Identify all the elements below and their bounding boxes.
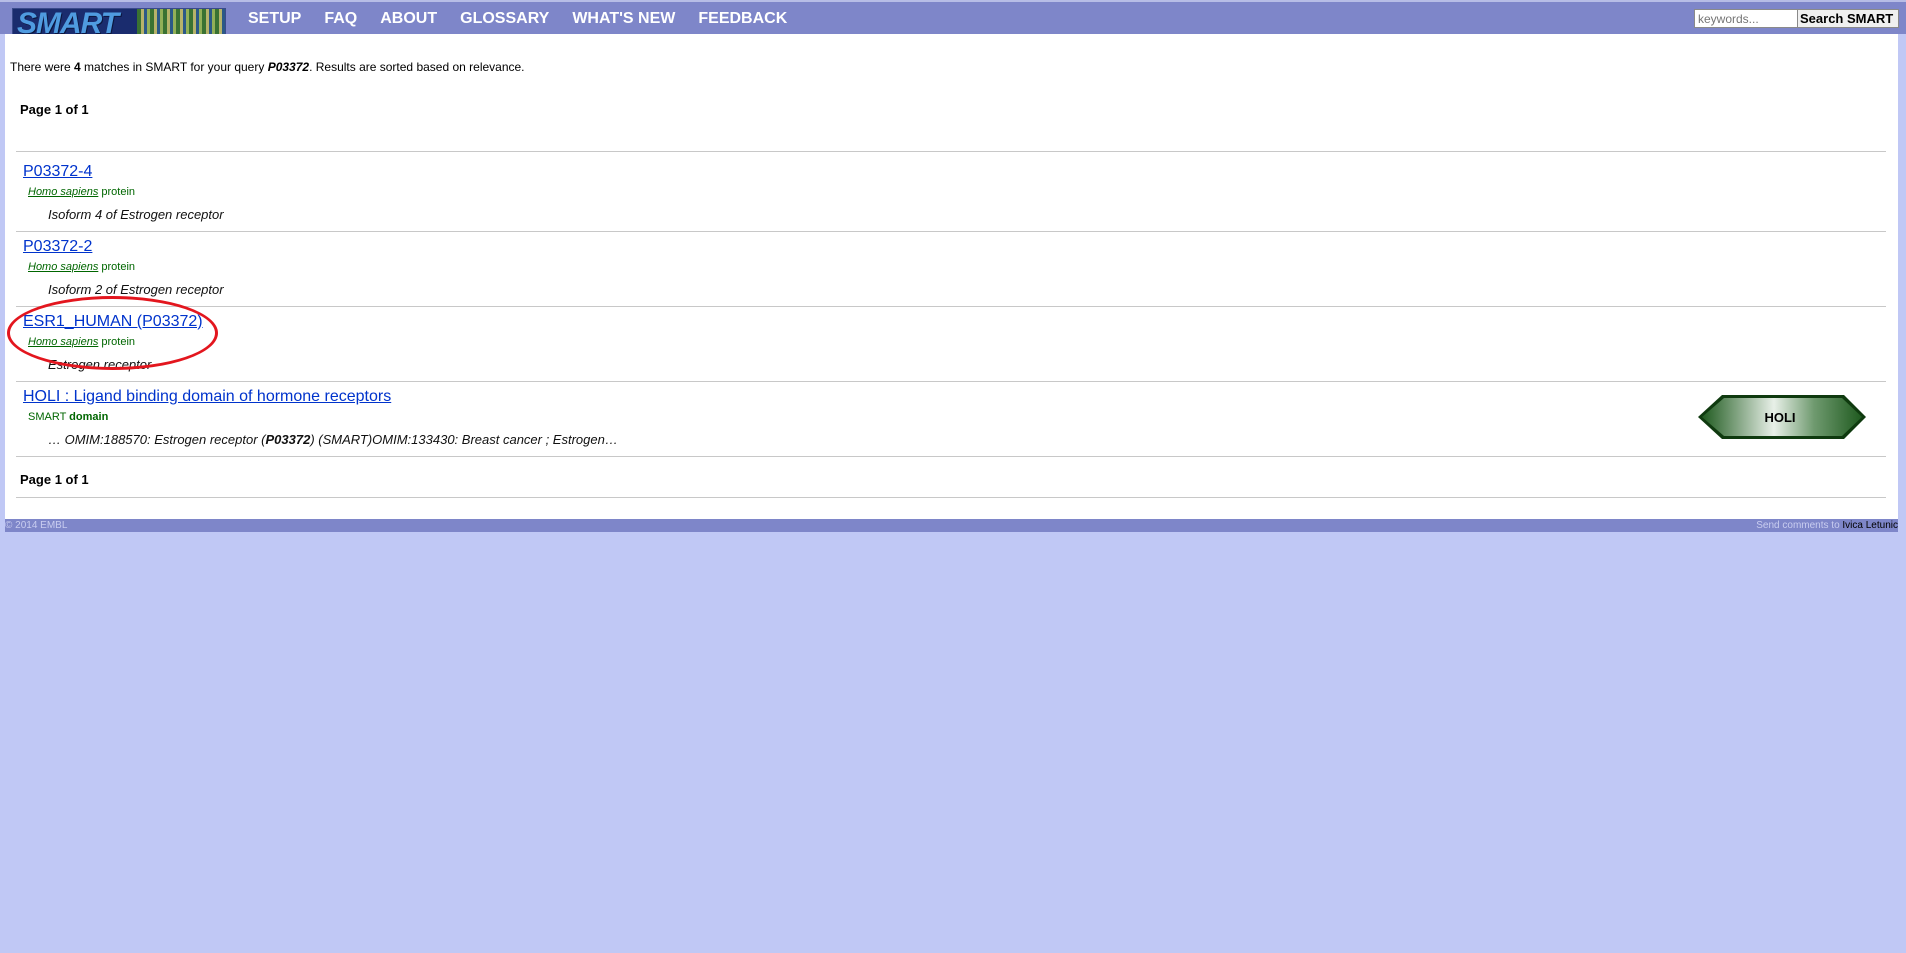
species-link[interactable]: Homo sapiens bbox=[28, 261, 98, 273]
source-label: SMART bbox=[28, 411, 67, 423]
result-species: Homo sapiens protein bbox=[28, 336, 136, 348]
results-summary: There were 4 matches in SMART for your q… bbox=[10, 60, 525, 74]
query-text: P03372 bbox=[267, 60, 310, 74]
result-link-esr1-human[interactable]: ESR1_HUMAN (P03372) bbox=[23, 313, 203, 331]
match-count: 4 bbox=[74, 60, 81, 74]
result-link-p03372-2[interactable]: P03372-2 bbox=[23, 238, 92, 256]
nav-whats-new[interactable]: WHAT'S NEW bbox=[572, 10, 675, 28]
nav-faq[interactable]: FAQ bbox=[324, 10, 357, 28]
pager-bottom: Page 1 of 1 bbox=[20, 472, 89, 487]
nav-setup[interactable]: SETUP bbox=[248, 10, 301, 28]
divider bbox=[16, 497, 1886, 498]
result-source: SMART domain bbox=[28, 411, 109, 423]
footer-comments: Send comments to Ivica Letunic bbox=[1756, 520, 1898, 531]
result-link-holi[interactable]: HOLI : Ligand binding domain of hormone … bbox=[23, 388, 391, 406]
search-input[interactable] bbox=[1694, 9, 1798, 28]
divider bbox=[16, 381, 1886, 382]
top-navigation-bar: SMART SETUP FAQ ABOUT GLOSSARY WHAT'S NE… bbox=[0, 0, 1906, 36]
divider bbox=[16, 151, 1886, 152]
logo-text: SMART bbox=[17, 8, 119, 36]
nav-feedback[interactable]: FEEDBACK bbox=[698, 10, 787, 28]
species-link[interactable]: Homo sapiens bbox=[28, 186, 98, 198]
results-panel: There were 4 matches in SMART for your q… bbox=[5, 34, 1898, 519]
contact-link[interactable]: Ivica Letunic bbox=[1842, 520, 1898, 531]
footer-bar: © 2014 EMBL Send comments to Ivica Letun… bbox=[5, 519, 1898, 532]
result-link-p03372-4[interactable]: P03372-4 bbox=[23, 163, 92, 181]
result-species: Homo sapiens protein bbox=[28, 186, 136, 198]
divider bbox=[16, 231, 1886, 232]
divider bbox=[16, 306, 1886, 307]
nav-about[interactable]: ABOUT bbox=[380, 10, 437, 28]
search-button[interactable]: Search SMART bbox=[1797, 9, 1899, 28]
domain-label: HOLI bbox=[1764, 410, 1795, 425]
pager-top: Page 1 of 1 bbox=[20, 102, 89, 117]
divider bbox=[16, 456, 1886, 457]
nav-glossary[interactable]: GLOSSARY bbox=[460, 10, 549, 28]
species-link[interactable]: Homo sapiens bbox=[28, 336, 98, 348]
main-nav: SETUP FAQ ABOUT GLOSSARY WHAT'S NEW FEED… bbox=[248, 10, 810, 28]
result-description: … OMIM:188570: Estrogen receptor (P03372… bbox=[48, 432, 618, 447]
holi-domain-graphic[interactable]: HOLI bbox=[1698, 393, 1868, 441]
result-description: Isoform 2 of Estrogen receptor bbox=[48, 282, 224, 297]
smart-logo[interactable]: SMART bbox=[12, 8, 226, 36]
result-species: Homo sapiens protein bbox=[28, 261, 136, 273]
copyright: © 2014 EMBL bbox=[5, 520, 68, 531]
logo-artwork bbox=[137, 9, 225, 35]
result-description: Estrogen receptor bbox=[48, 357, 152, 372]
result-description: Isoform 4 of Estrogen receptor bbox=[48, 207, 224, 222]
